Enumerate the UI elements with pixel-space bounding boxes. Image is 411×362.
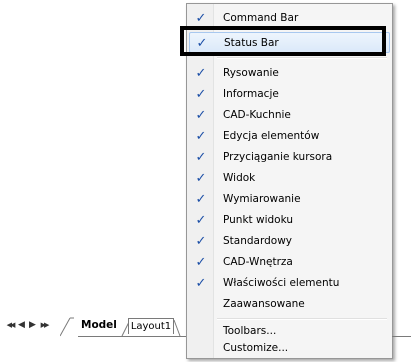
- checkmark-icon: ✓: [195, 11, 207, 26]
- menu-item-cad-wnetrza[interactable]: ✓ CAD-Wnętrza: [189, 252, 390, 273]
- menu-item-wlasciwosci-elementu[interactable]: ✓ Właściwości elementu: [189, 273, 390, 294]
- tab-model[interactable]: Model: [75, 314, 117, 336]
- checkmark-icon: ✓: [195, 150, 207, 165]
- menu-item-label: Widok: [223, 172, 256, 184]
- checkmark-icon: ✓: [195, 234, 207, 249]
- checkmark-icon: ✓: [196, 36, 208, 51]
- menu-item-przyciaganie-kursora[interactable]: ✓ Przyciąganie kursora: [189, 147, 390, 168]
- menu-item-status-bar[interactable]: ✓ Status Bar: [189, 32, 390, 53]
- menu-item-label: Informacje: [223, 88, 279, 100]
- first-tab-icon[interactable]: ◀◀: [4, 319, 16, 331]
- menu-item-label: Zaawansowane: [223, 298, 305, 310]
- tab-layout1[interactable]: Layout1: [128, 318, 174, 334]
- menu-separator: [217, 318, 387, 320]
- menu-item-widok[interactable]: ✓ Widok: [189, 168, 390, 189]
- menu-item-label: Rysowanie: [223, 67, 279, 79]
- previous-tab-icon[interactable]: ◀: [16, 319, 27, 331]
- menu-separator: [217, 57, 387, 59]
- menu-item-wymiarowanie[interactable]: ✓ Wymiarowanie: [189, 189, 390, 210]
- menu-item-customize[interactable]: Customize...: [189, 338, 390, 359]
- menu-item-edycja-elementow[interactable]: ✓ Edycja elementów: [189, 126, 390, 147]
- checkmark-icon: ✓: [195, 87, 207, 102]
- menu-item-label: Customize...: [223, 342, 289, 354]
- menu-item-label: CAD-Wnętrza: [223, 256, 293, 268]
- menu-item-label: Standardowy: [223, 235, 292, 247]
- menu-item-label: Command Bar: [223, 12, 299, 24]
- menu-item-cad-kuchnie[interactable]: ✓ CAD-Kuchnie: [189, 105, 390, 126]
- menu-item-label: Edycja elementów: [223, 130, 320, 142]
- menu-item-label: CAD-Kuchnie: [223, 109, 291, 121]
- checkmark-icon: ✓: [195, 255, 207, 270]
- menu-item-label: Punkt widoku: [223, 214, 293, 226]
- toolbar-context-menu: ✓ Command Bar ✓ Status Bar ✓ Rysowanie ✓…: [186, 3, 393, 359]
- next-tab-icon[interactable]: ▶: [27, 319, 38, 331]
- checkmark-icon: ✓: [195, 276, 207, 291]
- tab-baseline: [78, 336, 186, 337]
- menu-item-command-bar[interactable]: ✓ Command Bar: [189, 8, 390, 29]
- checkmark-icon: ✓: [195, 213, 207, 228]
- tab-navigation: ◀◀ ◀ ▶ ▶▶: [4, 318, 50, 332]
- menu-item-label: Status Bar: [224, 37, 279, 49]
- checkmark-icon: ✓: [195, 66, 207, 81]
- checkmark-icon: ✓: [195, 108, 207, 123]
- menu-item-rysowanie[interactable]: ✓ Rysowanie: [189, 63, 390, 84]
- menu-item-zaawansowane[interactable]: Zaawansowane: [189, 294, 390, 315]
- checkmark-icon: ✓: [195, 192, 207, 207]
- last-tab-icon[interactable]: ▶▶: [38, 319, 50, 331]
- app-stage: ✓ Command Bar ✓ Status Bar ✓ Rysowanie ✓…: [0, 0, 411, 362]
- checkmark-icon: ✓: [195, 129, 207, 144]
- checkmark-icon: ✓: [195, 171, 207, 186]
- menu-item-punkt-widoku[interactable]: ✓ Punkt widoku: [189, 210, 390, 231]
- menu-item-label: Przyciąganie kursora: [223, 151, 333, 163]
- menu-item-informacje[interactable]: ✓ Informacje: [189, 84, 390, 105]
- menu-item-label: Właściwości elementu: [223, 277, 340, 289]
- tab-baseline-right: [392, 336, 411, 337]
- menu-item-label: Wymiarowanie: [223, 193, 301, 205]
- menu-item-standardowy[interactable]: ✓ Standardowy: [189, 231, 390, 252]
